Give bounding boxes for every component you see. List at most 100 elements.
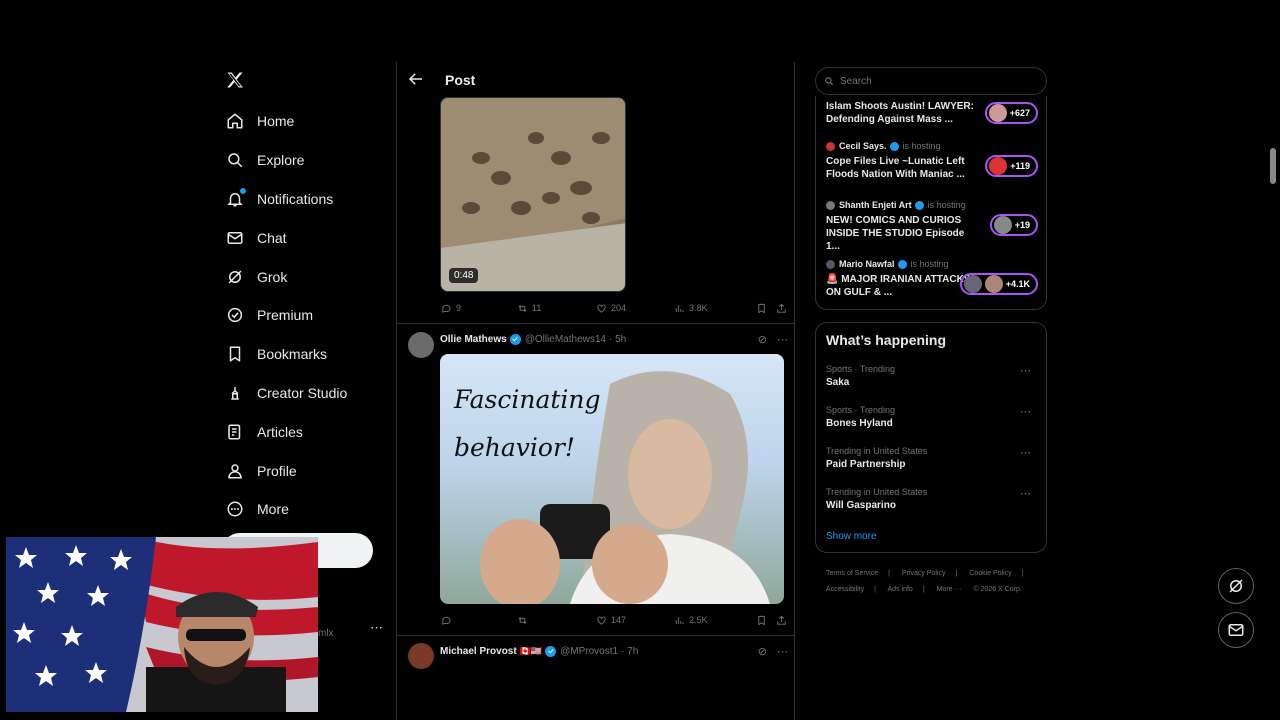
space-item[interactable]: Cecil Says. is hosting Cope Files Live ~L… (826, 140, 1038, 181)
trend-name: Paid Partnership (826, 459, 906, 470)
search-input[interactable]: Search (815, 67, 1047, 95)
back-arrow-icon[interactable] (407, 70, 427, 90)
reply-icon (442, 616, 451, 625)
host-avatar (826, 141, 835, 151)
whats-happening-panel: What’s happening Sports · Trending Saka … (815, 322, 1047, 553)
heart-icon (597, 304, 606, 313)
post-meta: Ollie Mathews @OllieMathews14 · 5h ⊘ ⋯ (440, 332, 788, 346)
nav-label: Notifications (257, 190, 334, 207)
avatar[interactable] (408, 643, 434, 669)
space-listener-count[interactable]: +627 (984, 102, 1038, 124)
share-button[interactable] (776, 615, 787, 626)
search-icon (824, 76, 834, 86)
views-button[interactable]: 2.5K (674, 615, 756, 626)
more-icon[interactable]: ⋯ (777, 645, 788, 658)
author-handle[interactable]: @MProvost1 (560, 646, 618, 657)
trend-item[interactable]: Sports · Trending Bones Hyland ⋯ (826, 405, 1038, 429)
x-logo-icon[interactable] (225, 70, 247, 92)
reply-count: 9 (456, 303, 462, 313)
host-name: Mario Nawfal (839, 259, 895, 269)
post-meta: Michael Provost 🇨🇦🇺🇸 @MProvost1 · 7h ⊘ ⋯ (440, 644, 788, 658)
footer-link[interactable]: Cookie Policy (969, 570, 1011, 577)
bookmark-button[interactable] (756, 615, 776, 626)
verified-badge-icon (897, 259, 907, 269)
post-tools: ⊘ ⋯ (758, 333, 788, 346)
grok-icon[interactable]: ⊘ (758, 333, 767, 346)
author-name[interactable]: Michael Provost (440, 646, 517, 657)
grok-icon[interactable]: ⊘ (758, 645, 767, 658)
messages-float-button[interactable] (1218, 612, 1254, 648)
repost-button[interactable] (517, 615, 596, 626)
space-host: Shanth Enjeti Art is hosting (826, 199, 1038, 211)
reply-button[interactable] (441, 615, 517, 626)
footer-links: Terms of Service | Privacy Policy | Cookie… (826, 566, 1046, 598)
share-button[interactable] (776, 303, 787, 314)
like-button[interactable]: 147 (596, 615, 674, 626)
count-text: +19 (1014, 220, 1030, 230)
space-listener-count[interactable]: +19 (989, 214, 1038, 236)
nav-articles[interactable]: Articles (220, 412, 390, 451)
space-listener-count[interactable]: +119 (985, 155, 1038, 177)
nav-home[interactable]: Home (220, 102, 390, 141)
more-icon[interactable]: ⋯ (1020, 364, 1032, 377)
space-item[interactable]: Mario Nawfal is hosting 🚨 MAJOR IRANIAN A… (826, 258, 1038, 299)
bookmark-button[interactable] (756, 303, 776, 314)
show-more-link[interactable]: Show more (826, 531, 877, 542)
avatar[interactable] (408, 332, 434, 358)
space-item[interactable]: Islam Shoots Austin! LAWYER: Defending A… (826, 100, 1038, 126)
footer-link[interactable]: Terms of Service (826, 570, 878, 577)
views-icon (675, 304, 684, 312)
account-more-button[interactable]: ⋯ (370, 620, 383, 636)
views-icon (675, 616, 684, 624)
author-handle[interactable]: @OllieMathews14 (525, 334, 606, 345)
nav-explore[interactable]: Explore (220, 141, 390, 180)
more-icon[interactable]: ⋯ (1020, 446, 1032, 459)
post-column: Post 0:48 9 11 204 3.8K Ollie Mathews @O… (396, 62, 795, 720)
host-name: Cecil Says. (839, 141, 887, 151)
nav-bookmarks[interactable]: Bookmarks (220, 335, 390, 374)
more-icon[interactable]: ⋯ (1020, 487, 1032, 500)
primary-nav: Home Explore Notifications Chat Grok Pre… (220, 102, 390, 529)
nav-label: Chat (257, 229, 287, 246)
space-item[interactable]: Shanth Enjeti Art is hosting NEW! COMICS … (826, 199, 1038, 253)
trend-item[interactable]: Sports · Trending Saka ⋯ (826, 364, 1038, 388)
verified-badge-icon (509, 333, 521, 345)
grok-icon (1227, 577, 1245, 595)
footer-link[interactable]: Accessibility (826, 586, 864, 593)
nav-premium[interactable]: Premium (220, 296, 390, 335)
nav-profile[interactable]: Profile (220, 451, 390, 490)
scrollbar-thumb[interactable] (1270, 148, 1276, 184)
footer-link[interactable]: More ··· (937, 586, 962, 593)
trend-item[interactable]: Trending in United States Paid Partnersh… (826, 446, 1038, 470)
nav-creator-studio[interactable]: Creator Studio (220, 374, 390, 413)
repost-button[interactable]: 11 (517, 303, 596, 314)
video-thumbnail[interactable]: 0:48 (440, 97, 626, 292)
like-button[interactable]: 204 (596, 303, 674, 314)
space-host: Cecil Says. is hosting (826, 140, 1038, 152)
trend-name: Saka (826, 377, 850, 388)
repost-icon (518, 304, 527, 312)
views-button[interactable]: 3.8K (674, 303, 756, 314)
post-image[interactable]: Fascinating behavior! (440, 354, 784, 604)
footer-link[interactable]: Privacy Policy (902, 570, 946, 577)
nav-notifications[interactable]: Notifications (220, 180, 390, 219)
reply-button[interactable]: 9 (441, 303, 517, 314)
home-icon (226, 112, 244, 130)
space-listener-count[interactable]: +4.1K (959, 273, 1038, 295)
post-time[interactable]: · 5h (609, 334, 626, 345)
more-icon[interactable]: ⋯ (777, 333, 788, 346)
author-name[interactable]: Ollie Mathews (440, 334, 507, 345)
nav-grok[interactable]: Grok (220, 257, 390, 296)
bookmark-icon (758, 303, 765, 313)
nav-more[interactable]: More (220, 490, 390, 529)
space-title: NEW! COMICS AND CURIOS INSIDE THE STUDIO… (826, 215, 965, 252)
trend-meta: Trending in United States (826, 446, 928, 456)
trend-item[interactable]: Trending in United States Will Gasparino… (826, 487, 1038, 511)
nav-chat[interactable]: Chat (220, 218, 390, 257)
footer-link[interactable]: Ads info (888, 586, 913, 593)
nav-label: Articles (257, 423, 303, 440)
share-icon (777, 303, 786, 313)
grok-float-button[interactable] (1218, 568, 1254, 604)
more-icon[interactable]: ⋯ (1020, 405, 1032, 418)
post-time[interactable]: · 7h (621, 646, 638, 657)
